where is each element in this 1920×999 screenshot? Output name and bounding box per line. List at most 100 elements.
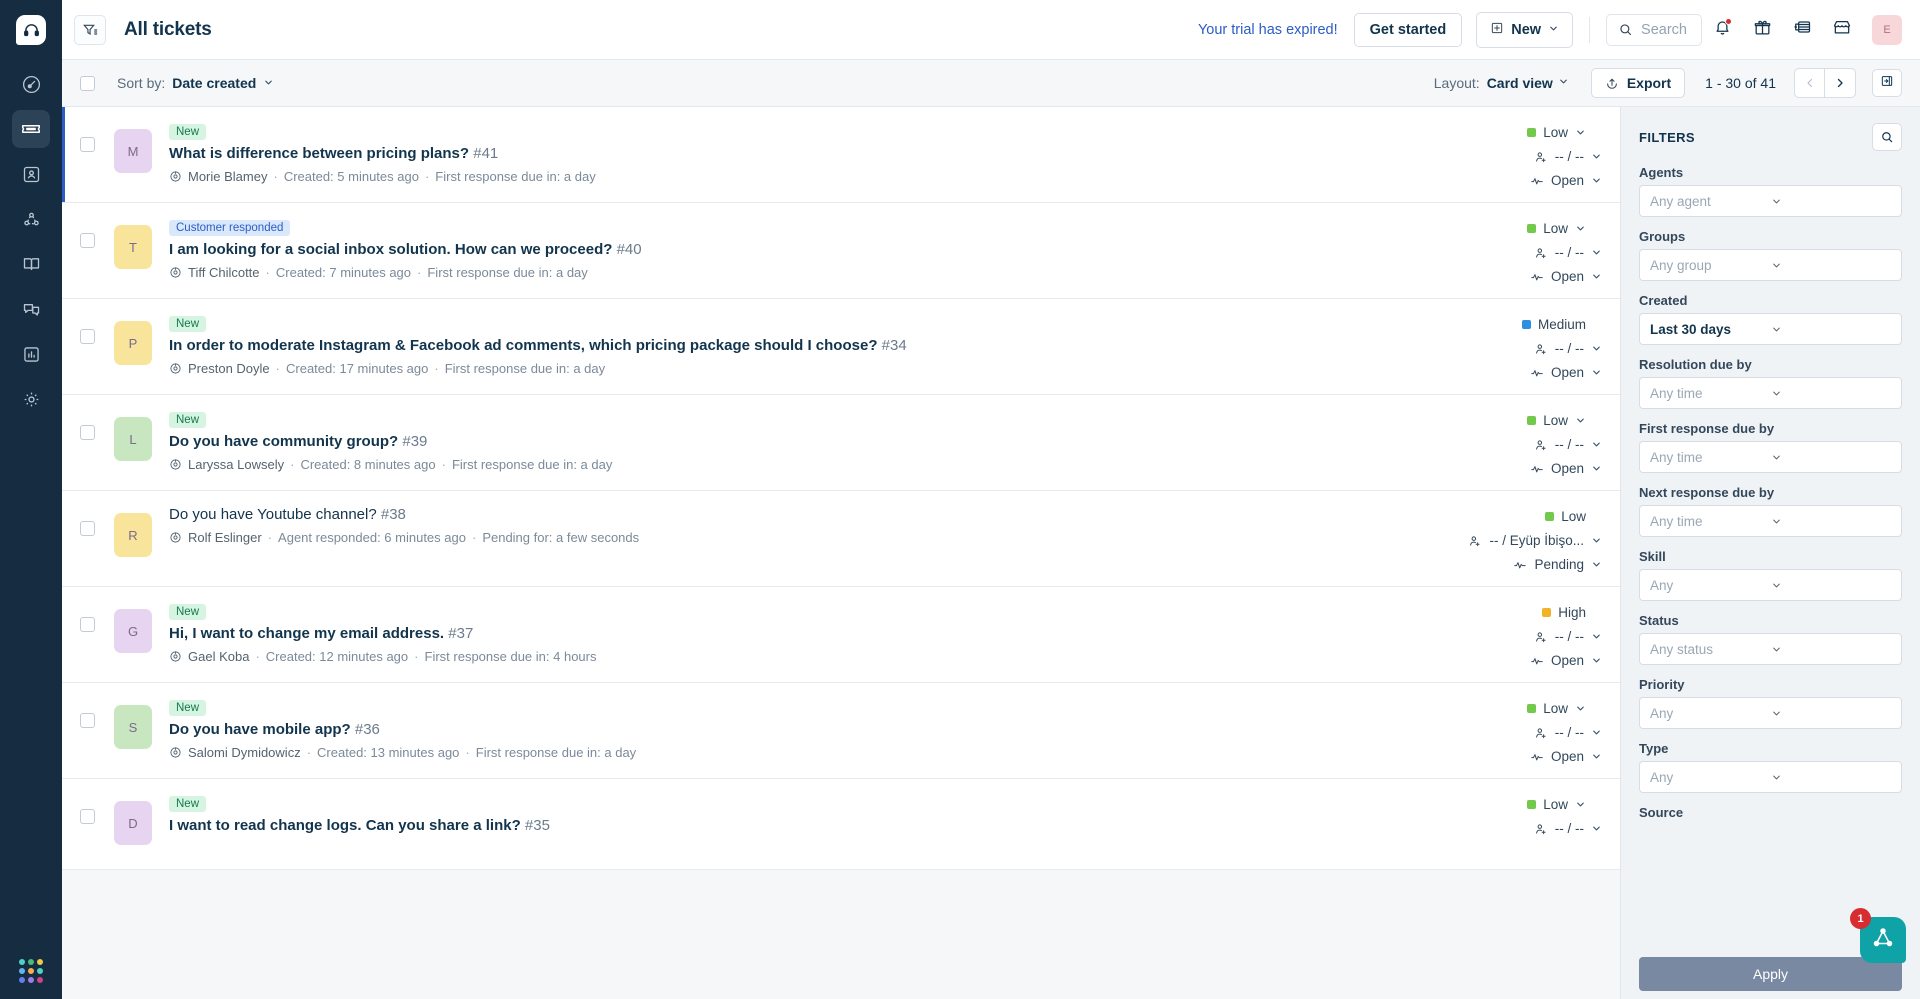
ticket-title-line[interactable]: What is difference between pricing plans…: [169, 145, 1302, 162]
ticket-priority-control[interactable]: Low: [1527, 797, 1586, 812]
sidebar-item-knowledge-base[interactable]: [12, 245, 50, 283]
ticket-title-line[interactable]: In order to moderate Instagram & Faceboo…: [169, 337, 1302, 354]
filters-search-button[interactable]: [1872, 123, 1902, 151]
new-button[interactable]: New: [1476, 11, 1574, 48]
ticket-agent-control[interactable]: -- / --: [1534, 149, 1602, 164]
ticket-title-line[interactable]: I am looking for a social inbox solution…: [169, 241, 1302, 258]
chevron-down-icon[interactable]: [263, 75, 274, 91]
filter-select[interactable]: Last 30 days: [1639, 313, 1902, 345]
ticket-priority-control[interactable]: Low: [1527, 125, 1586, 140]
ticket-row[interactable]: M New What is difference between pricing p…: [62, 107, 1620, 203]
priority-color-dot: [1542, 608, 1552, 617]
ticket-number: #40: [616, 241, 642, 258]
ticket-due: First response due in: a day: [435, 169, 596, 184]
ticket-agent-control[interactable]: -- / --: [1534, 341, 1602, 356]
sidebar-item-admin[interactable]: [12, 380, 50, 418]
select-all-checkbox[interactable]: [80, 75, 95, 91]
ticket-priority-control[interactable]: Low: [1527, 221, 1586, 236]
ticket-row[interactable]: L New Do you have community group? #39 Lary…: [62, 395, 1620, 491]
ticket-title-line[interactable]: I want to read change logs. Can you shar…: [169, 817, 1302, 834]
ticket-priority-control[interactable]: Low: [1527, 413, 1586, 428]
ticket-tag: New: [169, 412, 207, 428]
filter-select[interactable]: Any group: [1639, 249, 1902, 281]
sidebar-footer: [0, 959, 62, 983]
ticket-checkbox[interactable]: [80, 713, 95, 728]
export-button[interactable]: Export: [1590, 68, 1686, 98]
ticket-checkbox[interactable]: [80, 425, 95, 440]
meta-separator: ·: [306, 745, 312, 760]
chevron-down-icon[interactable]: [1558, 74, 1569, 92]
sidebar-item-dashboard[interactable]: [12, 65, 50, 103]
ticket-checkbox[interactable]: [80, 521, 95, 536]
ticket-row[interactable]: R Do you have Youtube channel? #38 Rolf Es…: [62, 491, 1620, 587]
pagination-controls: [1794, 68, 1856, 98]
side-panel-toggle[interactable]: [1872, 69, 1902, 97]
trial-expired-notice[interactable]: Your trial has expired!: [1198, 22, 1338, 38]
sort-value[interactable]: Date created: [172, 75, 256, 91]
filter-select[interactable]: Any status: [1639, 633, 1902, 665]
sidebar-item-analytics[interactable]: [12, 335, 50, 373]
ticket-checkbox[interactable]: [80, 329, 95, 344]
ticket-priority-control[interactable]: Low: [1527, 701, 1586, 716]
sidebar-item-contacts[interactable]: [12, 155, 50, 193]
ticket-agent-control[interactable]: -- / --: [1534, 437, 1602, 452]
app-logo[interactable]: [0, 0, 62, 60]
gift-button[interactable]: [1742, 12, 1782, 48]
ticket-title-line[interactable]: Do you have community group? #39: [169, 433, 1302, 450]
ticket-agent-control[interactable]: -- / --: [1534, 245, 1602, 260]
ticket-row[interactable]: P New In order to moderate Instagram & Fac…: [62, 299, 1620, 395]
filter-select[interactable]: Any: [1639, 569, 1902, 601]
apply-filters-button[interactable]: Apply: [1639, 957, 1902, 991]
user-avatar[interactable]: E: [1872, 14, 1902, 45]
filter-label: Type: [1639, 741, 1669, 756]
ticket-title-line[interactable]: Do you have mobile app? #36: [169, 721, 1302, 738]
ticket-status-control[interactable]: Open: [1530, 653, 1602, 668]
prev-page-button[interactable]: [1795, 69, 1825, 97]
filter-select[interactable]: Any time: [1639, 441, 1902, 473]
app-grid-icon[interactable]: [19, 959, 43, 983]
next-page-button[interactable]: [1825, 69, 1855, 97]
filter-select[interactable]: Any: [1639, 697, 1902, 729]
ticket-status-control[interactable]: Open: [1530, 749, 1602, 764]
ticket-status-control[interactable]: Open: [1530, 173, 1602, 188]
ticket-row[interactable]: T Customer responded I am looking for a so…: [62, 203, 1620, 299]
filter-select[interactable]: Any time: [1639, 505, 1902, 537]
layout-value[interactable]: Card view: [1487, 75, 1553, 91]
ticket-title-line[interactable]: Do you have Youtube channel? #38: [169, 506, 1302, 523]
ticket-row[interactable]: D New I want to read change logs. Can you …: [62, 779, 1620, 870]
ticket-priority-control[interactable]: Low: [1545, 509, 1586, 524]
ticket-agent-control[interactable]: -- / --: [1534, 725, 1602, 740]
ticket-status-control[interactable]: Open: [1530, 461, 1602, 476]
freddy-assistant-button[interactable]: 1: [1850, 908, 1906, 963]
ticket-status-control[interactable]: Pending: [1513, 557, 1602, 572]
ticket-row[interactable]: S New Do you have mobile app? #36 Salomi Dy…: [62, 683, 1620, 779]
notifications-button[interactable]: [1702, 12, 1742, 48]
ticket-checkbox[interactable]: [80, 137, 95, 152]
ticket-title-line[interactable]: Hi, I want to change my email address. #…: [169, 625, 1302, 642]
get-started-button[interactable]: Get started: [1353, 12, 1463, 47]
marketplace-button[interactable]: [1822, 12, 1862, 48]
ticket-checkbox[interactable]: [80, 617, 95, 632]
filter-select[interactable]: Any: [1639, 761, 1902, 793]
ticket-agent-control[interactable]: -- / --: [1534, 629, 1602, 644]
ticket-agent-control[interactable]: -- / Eyüp İbişo...: [1468, 533, 1602, 548]
search-input[interactable]: Search: [1606, 13, 1702, 46]
news-feed-button[interactable]: [1782, 12, 1822, 48]
sidebar-item-conversations[interactable]: [12, 290, 50, 328]
filter-select[interactable]: Any agent: [1639, 185, 1902, 217]
ticket-priority-control[interactable]: High: [1542, 605, 1586, 620]
sidebar-item-tickets[interactable]: [12, 110, 50, 148]
ticket-priority-control[interactable]: Medium: [1521, 317, 1586, 332]
sidebar-item-customers[interactable]: [12, 200, 50, 238]
ticket-status-control[interactable]: Open: [1530, 269, 1602, 284]
ticket-checkbox[interactable]: [80, 809, 95, 824]
ticket-status-control[interactable]: Open: [1530, 365, 1602, 380]
chevron-down-icon: [1771, 772, 1892, 783]
ticket-row[interactable]: G New Hi, I want to change my email addres…: [62, 587, 1620, 683]
ticket-checkbox[interactable]: [80, 233, 95, 248]
filter-value: Any status: [1650, 641, 1714, 657]
filter-select[interactable]: Any time: [1639, 377, 1902, 409]
ticket-time: Created: 5 minutes ago: [283, 169, 419, 184]
filter-list-icon[interactable]: [74, 14, 106, 45]
ticket-agent-control[interactable]: -- / --: [1534, 821, 1602, 836]
